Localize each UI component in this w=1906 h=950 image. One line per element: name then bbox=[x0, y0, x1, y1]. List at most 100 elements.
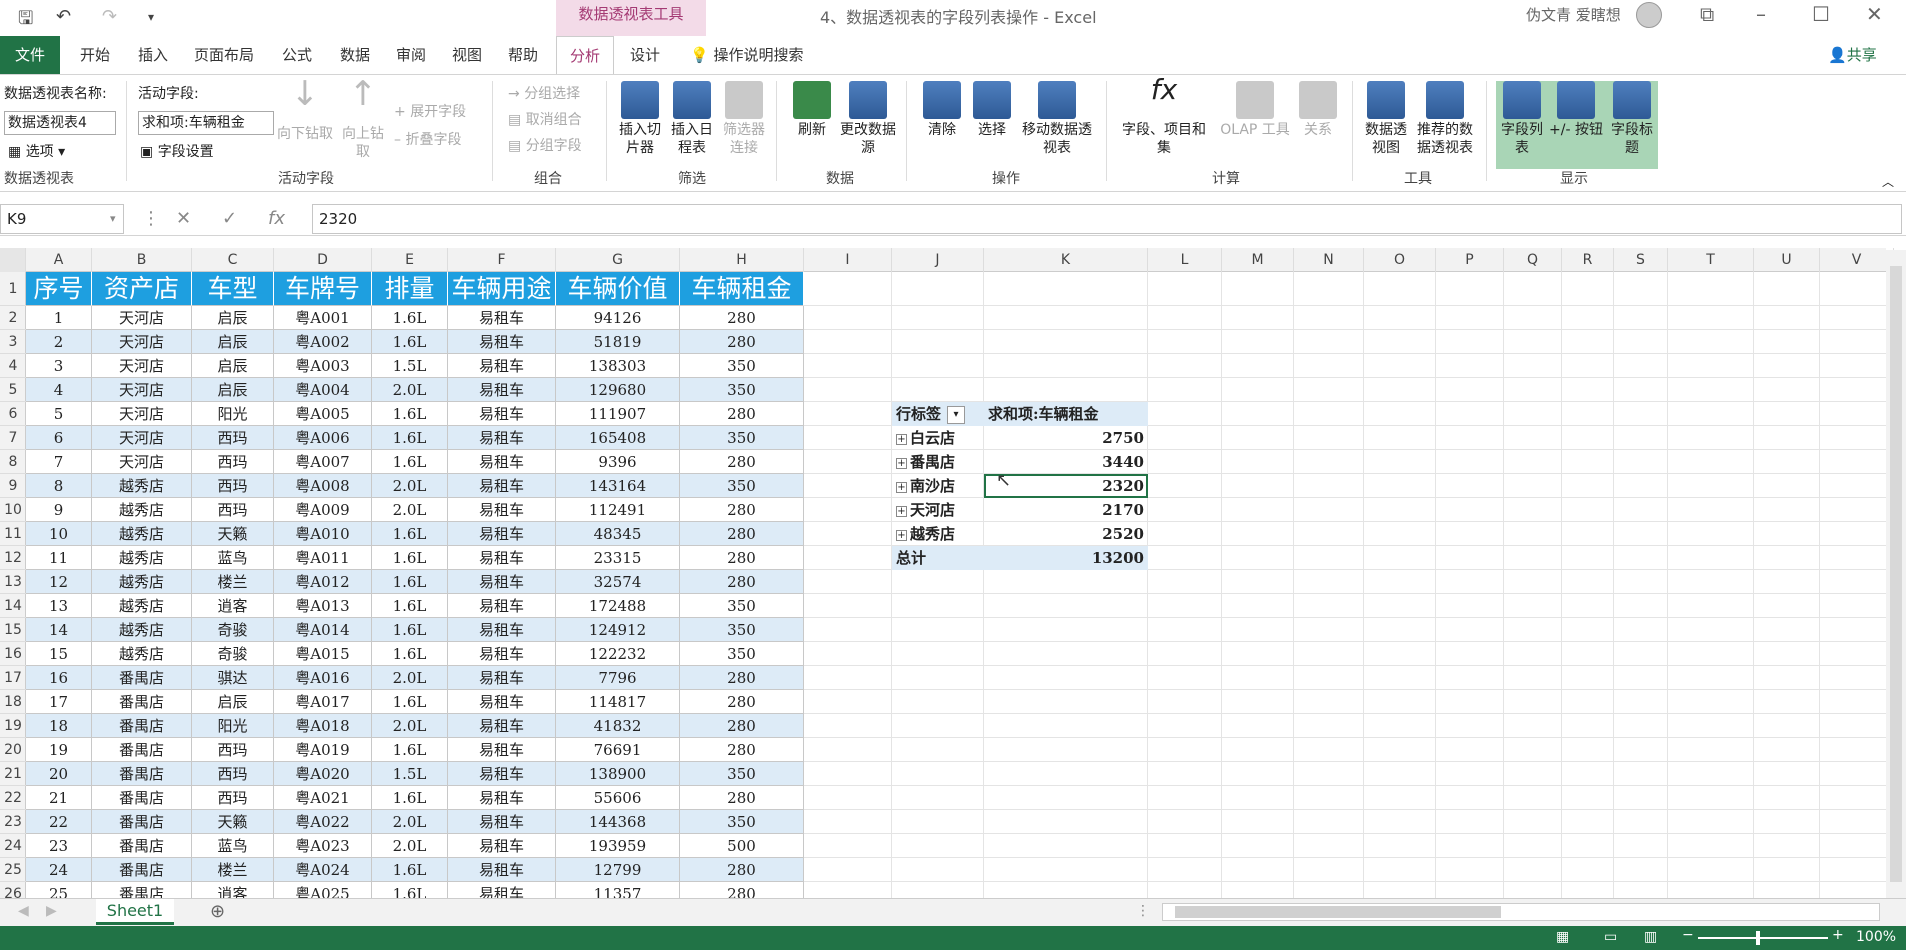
empty-cell[interactable] bbox=[892, 594, 984, 618]
empty-cell[interactable] bbox=[1294, 810, 1364, 834]
empty-cell[interactable] bbox=[1294, 594, 1364, 618]
empty-cell[interactable] bbox=[1820, 762, 1894, 786]
table-cell[interactable]: 350 bbox=[680, 810, 804, 834]
table-cell[interactable]: 1.6L bbox=[372, 690, 448, 714]
empty-cell[interactable] bbox=[1820, 594, 1894, 618]
row-header[interactable]: 10 bbox=[0, 498, 26, 522]
table-cell[interactable]: 165408 bbox=[556, 426, 680, 450]
table-cell[interactable]: 粤A022 bbox=[274, 810, 372, 834]
table-header-cell[interactable]: 资产店 bbox=[92, 272, 192, 306]
empty-cell[interactable] bbox=[1820, 522, 1894, 546]
table-cell[interactable]: 易租车 bbox=[448, 762, 556, 786]
table-cell[interactable]: 2.0L bbox=[372, 834, 448, 858]
empty-cell[interactable] bbox=[1222, 474, 1294, 498]
empty-cell[interactable] bbox=[1820, 642, 1894, 666]
table-cell[interactable]: 111907 bbox=[556, 402, 680, 426]
empty-cell[interactable] bbox=[1436, 594, 1504, 618]
empty-cell[interactable] bbox=[892, 354, 984, 378]
empty-cell[interactable] bbox=[1668, 786, 1754, 810]
empty-cell[interactable] bbox=[1222, 272, 1294, 306]
table-cell[interactable]: 番禺店 bbox=[92, 786, 192, 810]
column-header[interactable]: K bbox=[984, 248, 1148, 272]
empty-cell[interactable] bbox=[1222, 786, 1294, 810]
table-cell[interactable]: 144368 bbox=[556, 810, 680, 834]
empty-cell[interactable] bbox=[1562, 618, 1614, 642]
empty-cell[interactable] bbox=[804, 666, 892, 690]
empty-cell[interactable] bbox=[1504, 546, 1562, 570]
table-cell[interactable]: 138900 bbox=[556, 762, 680, 786]
empty-cell[interactable] bbox=[804, 546, 892, 570]
table-cell[interactable]: 越秀店 bbox=[92, 546, 192, 570]
empty-cell[interactable] bbox=[1562, 666, 1614, 690]
table-cell[interactable]: 奇骏 bbox=[192, 618, 274, 642]
table-cell[interactable]: 18 bbox=[26, 714, 92, 738]
row-header[interactable]: 3 bbox=[0, 330, 26, 354]
table-cell[interactable]: 天河店 bbox=[92, 330, 192, 354]
empty-cell[interactable] bbox=[1436, 714, 1504, 738]
empty-cell[interactable] bbox=[1436, 450, 1504, 474]
empty-cell[interactable] bbox=[892, 272, 984, 306]
table-cell[interactable]: 易租车 bbox=[448, 810, 556, 834]
empty-cell[interactable] bbox=[1222, 426, 1294, 450]
empty-cell[interactable] bbox=[1504, 738, 1562, 762]
table-cell[interactable]: 粤A009 bbox=[274, 498, 372, 522]
name-box-dropdown-icon[interactable]: ▾ bbox=[110, 212, 116, 225]
empty-cell[interactable] bbox=[892, 714, 984, 738]
table-cell[interactable]: 280 bbox=[680, 522, 804, 546]
table-cell[interactable]: 1.6L bbox=[372, 306, 448, 330]
table-cell[interactable]: 易租车 bbox=[448, 570, 556, 594]
empty-cell[interactable] bbox=[1222, 354, 1294, 378]
empty-cell[interactable] bbox=[1364, 570, 1436, 594]
empty-cell[interactable] bbox=[1820, 570, 1894, 594]
empty-cell[interactable] bbox=[1614, 690, 1668, 714]
empty-cell[interactable] bbox=[1222, 738, 1294, 762]
empty-cell[interactable] bbox=[1562, 642, 1614, 666]
table-header-cell[interactable]: 车牌号 bbox=[274, 272, 372, 306]
empty-cell[interactable] bbox=[1222, 546, 1294, 570]
table-cell[interactable]: 2.0L bbox=[372, 498, 448, 522]
row-header[interactable]: 2 bbox=[0, 306, 26, 330]
empty-cell[interactable] bbox=[1294, 786, 1364, 810]
table-cell[interactable]: 7 bbox=[26, 450, 92, 474]
empty-cell[interactable] bbox=[804, 858, 892, 882]
empty-cell[interactable] bbox=[1754, 714, 1820, 738]
table-cell[interactable]: 粤A006 bbox=[274, 426, 372, 450]
collapse-field-button[interactable]: – 折叠字段 bbox=[394, 131, 461, 149]
empty-cell[interactable] bbox=[984, 834, 1148, 858]
empty-cell[interactable] bbox=[1148, 498, 1222, 522]
expand-icon[interactable]: + bbox=[896, 505, 907, 517]
empty-cell[interactable] bbox=[1668, 450, 1754, 474]
empty-cell[interactable] bbox=[1294, 354, 1364, 378]
table-cell[interactable]: 天籁 bbox=[192, 522, 274, 546]
column-header[interactable]: R bbox=[1562, 248, 1614, 272]
table-cell[interactable]: 4 bbox=[26, 378, 92, 402]
tab-review[interactable]: 审阅 bbox=[396, 36, 426, 74]
table-cell[interactable]: 易租车 bbox=[448, 474, 556, 498]
group-field-button[interactable]: ▤ 分组字段 bbox=[508, 137, 582, 155]
table-cell[interactable]: 启辰 bbox=[192, 330, 274, 354]
table-cell[interactable]: 1.6L bbox=[372, 330, 448, 354]
empty-cell[interactable] bbox=[1562, 450, 1614, 474]
table-cell[interactable]: 逍客 bbox=[192, 594, 274, 618]
table-cell[interactable]: 粤A005 bbox=[274, 402, 372, 426]
empty-cell[interactable] bbox=[1148, 690, 1222, 714]
table-cell[interactable]: 280 bbox=[680, 690, 804, 714]
empty-cell[interactable] bbox=[1504, 618, 1562, 642]
empty-cell[interactable] bbox=[1294, 498, 1364, 522]
empty-cell[interactable] bbox=[1504, 426, 1562, 450]
empty-cell[interactable] bbox=[1754, 546, 1820, 570]
table-cell[interactable]: 24 bbox=[26, 858, 92, 882]
empty-cell[interactable] bbox=[1364, 546, 1436, 570]
column-header[interactable]: U bbox=[1754, 248, 1820, 272]
empty-cell[interactable] bbox=[1614, 786, 1668, 810]
empty-cell[interactable] bbox=[1294, 642, 1364, 666]
empty-cell[interactable] bbox=[1754, 810, 1820, 834]
select-all-corner[interactable] bbox=[0, 248, 26, 272]
table-cell[interactable]: 193959 bbox=[556, 834, 680, 858]
table-cell[interactable]: 番禺店 bbox=[92, 834, 192, 858]
empty-cell[interactable] bbox=[1668, 570, 1754, 594]
empty-cell[interactable] bbox=[1148, 426, 1222, 450]
table-cell[interactable]: 启辰 bbox=[192, 690, 274, 714]
empty-cell[interactable] bbox=[804, 272, 892, 306]
table-cell[interactable]: 越秀店 bbox=[92, 474, 192, 498]
